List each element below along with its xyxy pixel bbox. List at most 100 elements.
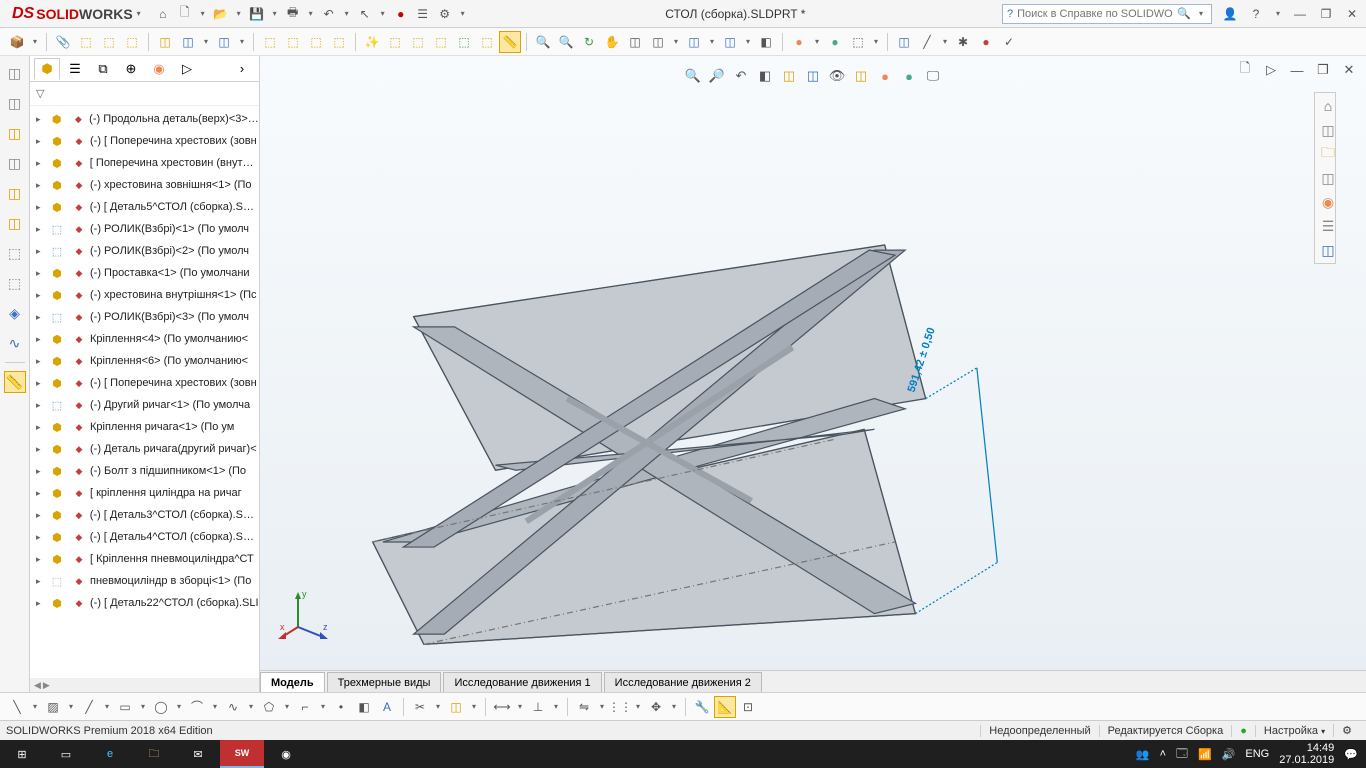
tree-expand-icon[interactable]: ▸ [36, 510, 46, 521]
lv-curve-icon[interactable]: ∿ [4, 332, 26, 354]
tree-expand-icon[interactable]: ▸ [36, 334, 46, 345]
appear-icon-3[interactable]: ⬚ [847, 31, 869, 53]
tree-expand-icon[interactable]: ▸ [36, 598, 46, 609]
asm-icon-3[interactable]: ⬚ [305, 31, 327, 53]
sk-circle-icon[interactable]: ◯ [150, 696, 172, 718]
dd[interactable]: ▾ [236, 32, 248, 52]
point-icon[interactable]: ● [975, 31, 997, 53]
tree-item[interactable]: ▸⬢◆(-) Проставка<1> (По умолчани [30, 262, 259, 284]
tree-item[interactable]: ▸⬢◆(-) Болт з підшипником<1> (По [30, 460, 259, 482]
mate-icon[interactable]: ⬚ [98, 31, 120, 53]
help-search[interactable]: ? 🔍 ▾ [1002, 4, 1212, 24]
help-button[interactable]: ? [1246, 4, 1266, 24]
sk-line-icon[interactable]: ╲ [6, 696, 28, 718]
tree-item[interactable]: ▸⬚◆пневмоциліндр в зборці<1> (По [30, 570, 259, 592]
hud-appear-icon[interactable]: ● [874, 66, 896, 86]
insert-component-icon[interactable]: ⬚ [75, 31, 97, 53]
minimize-button[interactable]: — [1290, 4, 1310, 24]
tree-expand-icon[interactable]: ▸ [36, 114, 46, 125]
explode-icon[interactable]: ✨ [361, 31, 383, 53]
tree-expand-icon[interactable]: ▸ [36, 554, 46, 565]
tree-tab-more[interactable]: ▷ [174, 58, 200, 80]
sk-trim-icon[interactable]: ✂ [409, 696, 431, 718]
lv-cube-icon-2[interactable]: ◫ [4, 92, 26, 114]
tree-expand-icon[interactable]: ▸ [36, 576, 46, 587]
tree-item[interactable]: ▸⬚◆(-) РОЛИК(Взбрі)<3> (По умолч [30, 306, 259, 328]
tree-tab-property[interactable]: ☰ [62, 58, 88, 80]
volume-icon[interactable]: 🔊 [1222, 748, 1236, 761]
tree-expand-icon[interactable]: ▸ [36, 466, 46, 477]
status-custom[interactable]: Настройка ▾ [1255, 725, 1333, 737]
tree-tab-right[interactable]: › [229, 58, 255, 80]
tree-expand-icon[interactable]: ▸ [36, 224, 46, 235]
search-dropdown[interactable]: ▾ [1195, 4, 1207, 24]
dd[interactable]: ▾ [811, 32, 823, 52]
tree-expand-icon[interactable]: ▸ [36, 488, 46, 499]
tree-expand-icon[interactable]: ▸ [36, 246, 46, 257]
user-button[interactable]: 👤 [1220, 4, 1240, 24]
vp-min-icon[interactable]: — [1286, 60, 1308, 80]
lv-cube-icon-1[interactable]: ◫ [4, 62, 26, 84]
tab-motion1[interactable]: Исследование движения 1 [443, 672, 601, 692]
feature-icon[interactable]: ◫ [154, 31, 176, 53]
tab-3dviews[interactable]: Трехмерные виды [327, 672, 442, 692]
logo-menu-dropdown[interactable]: ▾ [133, 4, 145, 24]
print-dropdown[interactable]: ▾ [305, 4, 317, 24]
lv-mate-icon[interactable]: ◫ [4, 182, 26, 204]
hud-zoom-area-icon[interactable]: 🔎 [706, 66, 728, 86]
tool-icon-1[interactable]: ◫ [177, 31, 199, 53]
tree-item[interactable]: ▸⬢◆(-) Деталь ричага(другий ричаг)< [30, 438, 259, 460]
hud-appear2-icon[interactable]: ● [898, 66, 920, 86]
asm-icon-5[interactable]: ⬚ [384, 31, 406, 53]
status-gear[interactable]: ⚙ [1333, 724, 1360, 737]
tree-item[interactable]: ▸⬢◆(-) хрестовина внутрішня<1> (Пс [30, 284, 259, 306]
tab-motion2[interactable]: Исследование движения 2 [604, 672, 762, 692]
lv-part-icon[interactable]: ◫ [4, 122, 26, 144]
asm-icon-9[interactable]: ⬚ [476, 31, 498, 53]
sk-dim-icon[interactable]: ⟷ [491, 696, 513, 718]
sk-plane-icon[interactable]: ◧ [353, 696, 375, 718]
display-icon[interactable]: ◫ [683, 31, 705, 53]
lv-measure-icon[interactable]: 📏 [4, 371, 26, 393]
sk-rect-icon[interactable]: ▭ [114, 696, 136, 718]
battery-icon[interactable]: 🗔 [1176, 745, 1188, 764]
options-button[interactable]: ☰ [413, 4, 433, 24]
tree-expand-icon[interactable]: ▸ [36, 268, 46, 279]
open-button[interactable]: 📂 [211, 4, 231, 24]
taskpane-appear-icon[interactable]: ◉ [1317, 191, 1339, 213]
asm-icon-7[interactable]: ⬚ [430, 31, 452, 53]
rebuild-button[interactable]: ● [391, 4, 411, 24]
tree-tab-feature[interactable]: ⬢ [34, 58, 60, 80]
rotate-icon[interactable]: ↻ [578, 31, 600, 53]
asm-icon-1[interactable]: ⬚ [259, 31, 281, 53]
sk-rel-icon[interactable]: ⊥ [527, 696, 549, 718]
tree-item[interactable]: ▸⬢◆[ кріплення циліндра на ричаг [30, 482, 259, 504]
tree-tab-dim[interactable]: ⊕ [118, 58, 144, 80]
zoom-area-icon[interactable]: 🔍 [555, 31, 577, 53]
taskpane-view-icon[interactable]: ◫ [1317, 167, 1339, 189]
sk-mirror-icon[interactable]: ⇋ [573, 696, 595, 718]
hud-orient-icon[interactable]: ◫ [778, 66, 800, 86]
select-dropdown[interactable]: ▾ [377, 4, 389, 24]
origin-icon[interactable]: ✱ [952, 31, 974, 53]
hud-display-icon[interactable]: ◫ [802, 66, 824, 86]
hud-zoom-fit-icon[interactable]: 🔍 [682, 66, 704, 86]
appear-icon-2[interactable]: ● [824, 31, 846, 53]
maximize-button[interactable]: ❐ [1316, 4, 1336, 24]
tree-item[interactable]: ▸⬢◆(-) [ Поперечина хрестових (зовн [30, 372, 259, 394]
print-button[interactable]: 🖶 [283, 4, 303, 24]
edge-icon[interactable]: e [88, 740, 132, 768]
sk-spline-icon[interactable]: ∿ [222, 696, 244, 718]
save-dropdown[interactable]: ▾ [269, 4, 281, 24]
pattern-icon[interactable]: ⬚ [121, 31, 143, 53]
vp-doc-icon[interactable]: 🗋 [1234, 60, 1256, 80]
dd[interactable]: ▾ [742, 32, 754, 52]
taskpane-file-icon[interactable]: 🗀 [1317, 143, 1339, 165]
tree-expand-icon[interactable]: ▸ [36, 202, 46, 213]
lv-pattern-icon[interactable]: ⬚ [4, 242, 26, 264]
lv-asm-icon[interactable]: ◫ [4, 152, 26, 174]
dd[interactable]: ▾ [939, 32, 951, 52]
asm-icon-4[interactable]: ⬚ [328, 31, 350, 53]
hud-section-icon[interactable]: ◧ [754, 66, 776, 86]
sk-snap-icon[interactable]: ⊡ [737, 696, 759, 718]
